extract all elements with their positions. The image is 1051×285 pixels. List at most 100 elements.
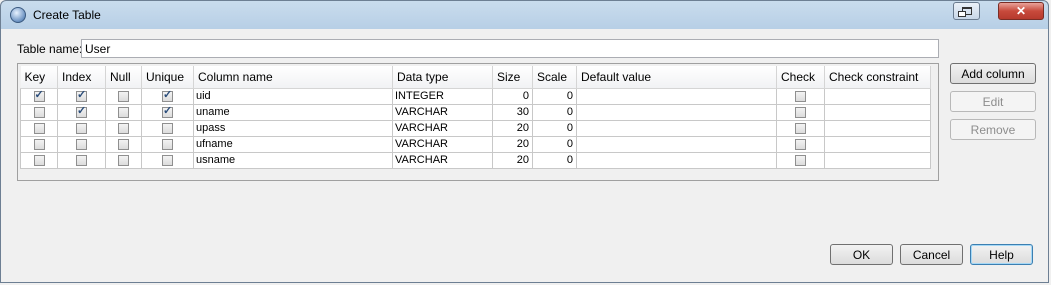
data-type-cell[interactable]: VARCHAR [392, 104, 493, 121]
index-checkbox[interactable] [57, 120, 106, 137]
checkbox[interactable] [76, 154, 87, 166]
check-checkbox[interactable] [776, 136, 825, 153]
ok-button[interactable]: OK [830, 244, 893, 265]
data-type-cell[interactable]: VARCHAR [392, 152, 493, 169]
header-unique[interactable]: Unique [141, 66, 194, 89]
check-constraint-cell[interactable] [824, 104, 931, 121]
table-row[interactable]: upass VARCHAR 20 0 [20, 120, 931, 137]
key-checkbox[interactable] [20, 120, 58, 137]
help-button[interactable]: Help [970, 244, 1033, 265]
null-checkbox[interactable] [105, 88, 142, 105]
checkbox[interactable] [118, 90, 129, 102]
header-index[interactable]: Index [57, 66, 106, 89]
header-check[interactable]: Check [776, 66, 825, 89]
add-column-button[interactable]: Add column [950, 63, 1036, 84]
default-value-cell[interactable] [576, 104, 777, 121]
header-null[interactable]: Null [105, 66, 142, 89]
header-size[interactable]: Size [492, 66, 533, 89]
default-value-cell[interactable] [576, 136, 777, 153]
checkbox[interactable] [162, 138, 173, 150]
data-type-cell[interactable]: VARCHAR [392, 120, 493, 137]
check-constraint-cell[interactable] [824, 88, 931, 105]
header-data-type[interactable]: Data type [392, 66, 493, 89]
column-name-cell[interactable]: upass [193, 120, 393, 137]
scale-cell[interactable]: 0 [532, 104, 577, 121]
header-default-value[interactable]: Default value [576, 66, 777, 89]
key-checkbox[interactable] [20, 152, 58, 169]
index-checkbox[interactable] [57, 104, 106, 121]
check-checkbox[interactable] [776, 120, 825, 137]
title-bar[interactable]: Create Table ✕ [1, 1, 1048, 29]
null-checkbox[interactable] [105, 120, 142, 137]
default-value-cell[interactable] [576, 152, 777, 169]
column-name-cell[interactable]: uname [193, 104, 393, 121]
table-row[interactable]: unameVARCHAR300 [20, 104, 931, 121]
null-checkbox[interactable] [105, 136, 142, 153]
edit-button[interactable]: Edit [950, 91, 1036, 112]
checkbox[interactable] [795, 122, 806, 134]
key-checkbox[interactable] [20, 104, 58, 121]
checkbox[interactable] [76, 106, 87, 119]
header-column-name[interactable]: Column name [193, 66, 393, 89]
checkbox[interactable] [76, 90, 87, 103]
header-check-constraint[interactable]: Check constraint [824, 66, 931, 89]
checkbox[interactable] [162, 154, 173, 166]
checkbox[interactable] [795, 90, 806, 102]
table-row[interactable]: usname VARCHAR 20 0 [20, 152, 931, 169]
null-checkbox[interactable] [105, 104, 142, 121]
checkbox[interactable] [76, 122, 87, 134]
cancel-button[interactable]: Cancel [900, 244, 963, 265]
scale-cell[interactable]: 0 [532, 88, 577, 105]
unique-checkbox[interactable] [141, 104, 194, 121]
key-checkbox[interactable] [20, 88, 58, 105]
checkbox[interactable] [162, 122, 173, 134]
remove-button[interactable]: Remove [950, 119, 1036, 140]
data-type-cell[interactable]: VARCHAR [392, 136, 493, 153]
checkbox[interactable] [76, 138, 87, 150]
data-type-cell[interactable]: INTEGER [392, 88, 493, 105]
check-checkbox[interactable] [776, 88, 825, 105]
restore-button[interactable] [953, 2, 980, 20]
checkbox[interactable] [118, 106, 129, 118]
check-constraint-cell[interactable] [824, 152, 931, 169]
header-scale[interactable]: Scale [532, 66, 577, 89]
checkbox[interactable] [162, 90, 173, 103]
checkbox[interactable] [33, 154, 45, 166]
check-constraint-cell[interactable] [824, 120, 931, 137]
size-cell[interactable]: 20 [492, 152, 533, 169]
size-cell[interactable]: 0 [492, 88, 533, 105]
checkbox[interactable] [33, 122, 45, 134]
size-cell[interactable]: 20 [492, 120, 533, 137]
checkbox[interactable] [33, 106, 45, 118]
checkbox[interactable] [33, 90, 45, 103]
table-name-input[interactable] [81, 39, 939, 58]
checkbox[interactable] [162, 106, 173, 119]
scale-cell[interactable]: 0 [532, 136, 577, 153]
checkbox[interactable] [118, 122, 129, 134]
table-row[interactable]: ufname VARCHAR 20 0 [20, 136, 931, 153]
unique-checkbox[interactable] [141, 136, 194, 153]
size-cell[interactable]: 20 [492, 136, 533, 153]
index-checkbox[interactable] [57, 88, 106, 105]
checkbox[interactable] [118, 138, 129, 150]
checkbox[interactable] [118, 154, 129, 166]
close-button[interactable]: ✕ [998, 2, 1044, 20]
header-key[interactable]: Key [20, 66, 58, 89]
checkbox[interactable] [795, 154, 806, 166]
index-checkbox[interactable] [57, 152, 106, 169]
check-checkbox[interactable] [776, 152, 825, 169]
key-checkbox[interactable] [20, 136, 58, 153]
default-value-cell[interactable] [576, 88, 777, 105]
index-checkbox[interactable] [57, 136, 106, 153]
column-name-cell[interactable]: ufname [193, 136, 393, 153]
column-name-cell[interactable]: uid [193, 88, 393, 105]
check-checkbox[interactable] [776, 104, 825, 121]
unique-checkbox[interactable] [141, 88, 194, 105]
default-value-cell[interactable] [576, 120, 777, 137]
unique-checkbox[interactable] [141, 120, 194, 137]
check-constraint-cell[interactable] [824, 136, 931, 153]
table-row[interactable]: uidINTEGER00 [20, 88, 931, 105]
scale-cell[interactable]: 0 [532, 120, 577, 137]
unique-checkbox[interactable] [141, 152, 194, 169]
checkbox[interactable] [795, 106, 806, 118]
